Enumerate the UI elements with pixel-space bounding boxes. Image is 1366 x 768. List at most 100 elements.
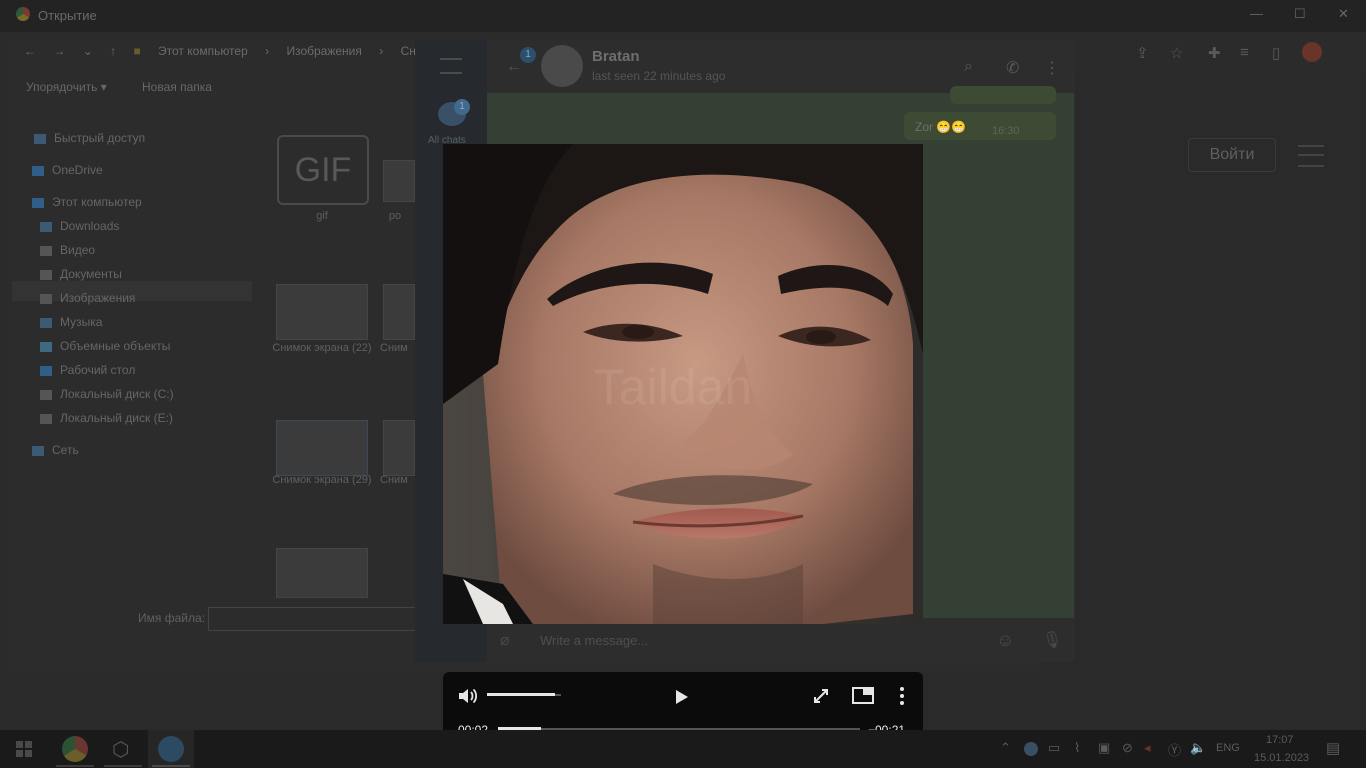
nav-item-label: OneDrive — [52, 163, 103, 177]
nav-item[interactable]: Музыка — [40, 315, 102, 329]
media-icon[interactable]: ≡ — [1240, 44, 1249, 61]
wifi-icon[interactable]: ⌇ — [1074, 740, 1080, 756]
login-button[interactable]: Войти — [1188, 138, 1276, 172]
nav-item[interactable]: Сеть — [32, 443, 79, 457]
forward-icon[interactable]: → — [53, 44, 65, 58]
fullscreen-icon[interactable] — [812, 687, 830, 705]
search-icon[interactable]: ⌕ — [964, 58, 973, 76]
share-icon[interactable]: ⇪ — [1136, 44, 1149, 62]
breadcrumb-item[interactable]: Этот компьютер — [158, 44, 248, 58]
organize-button[interactable]: Упорядочить ▾ — [26, 80, 107, 94]
nav-item-label: Быстрый доступ — [54, 131, 146, 145]
file-label: Снимок экрана (22) — [272, 342, 372, 354]
phone-icon[interactable]: ✆ — [1006, 58, 1019, 78]
nav-item[interactable]: Быстрый доступ — [34, 131, 145, 145]
clock-date[interactable]: 15.01.2023 — [1254, 752, 1309, 764]
cloud-icon — [32, 165, 44, 176]
back-arrow-icon[interactable]: ← — [506, 58, 522, 76]
filename-input[interactable] — [208, 607, 420, 631]
close-icon[interactable]: ✕ — [1338, 6, 1349, 22]
attach-icon[interactable]: ⌀ — [500, 630, 510, 650]
taskbar-active-indicator — [152, 765, 190, 767]
file-label: Сним — [380, 342, 408, 354]
volume-icon[interactable] — [457, 686, 479, 706]
device-icon[interactable]: ▣ — [1098, 740, 1110, 756]
video-frame[interactable]: Taildan — [443, 144, 923, 624]
notifications-icon[interactable]: ▤ — [1326, 739, 1340, 757]
windows-start-icon[interactable] — [16, 741, 32, 757]
more-options-icon[interactable] — [898, 686, 906, 706]
picture-in-picture-icon[interactable] — [852, 687, 874, 705]
message-input[interactable]: Write a message... — [540, 633, 648, 648]
yandex-icon[interactable]: Ⓨ — [1168, 740, 1181, 759]
taskbar-active-indicator — [104, 765, 142, 767]
message-text: Zor 😁😁 — [915, 120, 967, 134]
nav-item[interactable]: OneDrive — [32, 163, 103, 177]
file-thumbnail[interactable] — [383, 284, 415, 340]
file-thumbnail[interactable] — [276, 548, 368, 598]
message-bubble[interactable] — [950, 86, 1056, 104]
desktop-folder-icon — [40, 365, 52, 376]
network-icon — [32, 445, 44, 456]
organize-label: Упорядочить — [26, 80, 98, 94]
browser-tab-bar — [0, 0, 1366, 32]
chrome-taskbar-icon[interactable] — [62, 736, 88, 762]
tray-app-icon[interactable] — [1024, 742, 1038, 756]
antivirus-icon[interactable]: ◂ — [1144, 740, 1151, 756]
telegram-taskbar-icon[interactable] — [158, 736, 184, 762]
chevron-down-icon[interactable]: ⌄ — [83, 44, 93, 58]
breadcrumb-separator: › — [379, 44, 384, 58]
nav-item[interactable]: Документы — [40, 267, 122, 281]
microphone-icon[interactable]: 🎙 — [1042, 630, 1062, 650]
3d-app-taskbar-icon[interactable]: ⬡ — [112, 737, 129, 762]
profile-avatar[interactable] — [1302, 42, 1322, 62]
drive-icon — [40, 413, 52, 424]
nav-item[interactable]: Рабочий стол — [40, 363, 135, 377]
side-panel-icon[interactable]: ▯ — [1272, 44, 1280, 62]
nav-item-label: Объемные объекты — [60, 339, 171, 353]
contact-status: last seen 22 minutes ago — [592, 69, 726, 83]
hamburger-menu-icon[interactable] — [440, 58, 462, 74]
back-icon[interactable]: ← — [24, 44, 36, 58]
nav-item[interactable]: Downloads — [40, 219, 119, 233]
nav-item-label: Музыка — [60, 315, 103, 329]
extensions-icon[interactable]: ✚ — [1208, 44, 1221, 62]
up-icon[interactable]: ↑ — [110, 44, 116, 58]
folder-icon: ■ — [133, 44, 141, 58]
play-icon[interactable] — [675, 689, 689, 705]
tray-expand-icon[interactable]: ⌃ — [1000, 740, 1011, 756]
network-off-icon[interactable]: ⊘ — [1122, 740, 1133, 756]
taskbar-active-indicator — [56, 765, 94, 767]
maximize-icon[interactable]: ☐ — [1294, 6, 1306, 22]
clock-time[interactable]: 17:07 — [1266, 734, 1294, 746]
breadcrumb-item[interactable]: Изображения — [286, 44, 361, 58]
file-thumbnail[interactable] — [383, 160, 415, 202]
contact-avatar[interactable] — [541, 45, 583, 87]
nav-item[interactable]: Локальный диск (C:) — [40, 387, 174, 401]
nav-item[interactable]: Этот компьютер — [32, 195, 142, 209]
file-label: Снимок экрана (29) — [272, 474, 372, 486]
file-thumbnail[interactable] — [276, 420, 368, 476]
nav-item[interactable]: Изображения — [40, 291, 135, 305]
nav-item[interactable]: Видео — [40, 243, 95, 257]
file-thumbnail[interactable] — [383, 420, 415, 476]
battery-icon[interactable]: ▭ — [1048, 740, 1060, 756]
more-options-icon[interactable]: ⋮ — [1044, 58, 1060, 78]
language-indicator[interactable]: ENG — [1216, 742, 1240, 754]
new-folder-button[interactable]: Новая папка — [142, 80, 212, 94]
speaker-icon[interactable]: 🔈 — [1190, 740, 1206, 756]
download-icon — [40, 221, 52, 232]
menu-icon[interactable] — [1298, 145, 1324, 167]
contact-name[interactable]: Bratan — [592, 48, 640, 65]
video-folder-icon — [40, 245, 52, 256]
file-thumbnail[interactable] — [276, 284, 368, 340]
gif-file-icon[interactable]: GIF — [277, 135, 369, 205]
bookmark-star-icon[interactable]: ☆ — [1170, 44, 1183, 62]
breadcrumb: ← → ⌄ ↑ ■ Этот компьютер › Изображения ›… — [24, 44, 466, 58]
minimize-icon[interactable]: — — [1250, 6, 1263, 21]
file-label: gif — [316, 210, 328, 222]
emoji-icon[interactable]: ☺ — [996, 630, 1014, 651]
nav-item[interactable]: Локальный диск (E:) — [40, 411, 173, 425]
nav-item-label: Рабочий стол — [60, 363, 136, 377]
nav-item[interactable]: Объемные объекты — [40, 339, 170, 353]
